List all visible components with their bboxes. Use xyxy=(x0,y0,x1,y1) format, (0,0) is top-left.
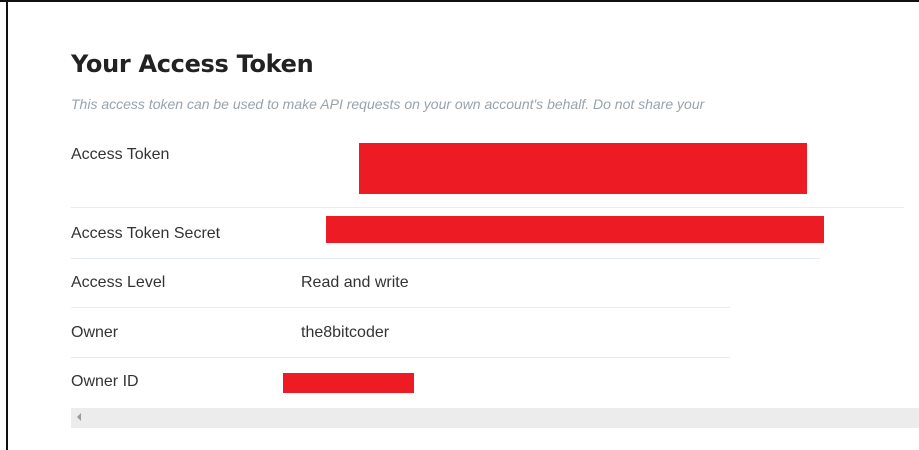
row-divider xyxy=(71,258,820,259)
owner-value: the8bitcoder xyxy=(301,324,390,341)
window-left-border xyxy=(6,0,8,450)
access-token-secret-value-redacted xyxy=(326,216,824,243)
owner-id-label: Owner ID xyxy=(71,373,139,390)
triangle-left-icon[interactable] xyxy=(77,413,81,421)
row-divider xyxy=(71,207,904,208)
horizontal-scrollbar[interactable] xyxy=(71,408,919,428)
access-token-value-redacted xyxy=(359,143,807,194)
window-top-border xyxy=(0,0,919,2)
row-divider xyxy=(71,357,730,358)
page-title: Your Access Token xyxy=(71,50,314,78)
access-level-label: Access Level xyxy=(71,274,166,291)
page-subtitle: This access token can be used to make AP… xyxy=(71,96,705,112)
row-divider xyxy=(71,307,730,308)
owner-label: Owner xyxy=(71,324,119,341)
access-token-label: Access Token xyxy=(71,146,170,163)
access-token-secret-label: Access Token Secret xyxy=(71,225,221,242)
owner-id-value-redacted xyxy=(283,373,414,393)
access-level-value: Read and write xyxy=(301,274,409,291)
